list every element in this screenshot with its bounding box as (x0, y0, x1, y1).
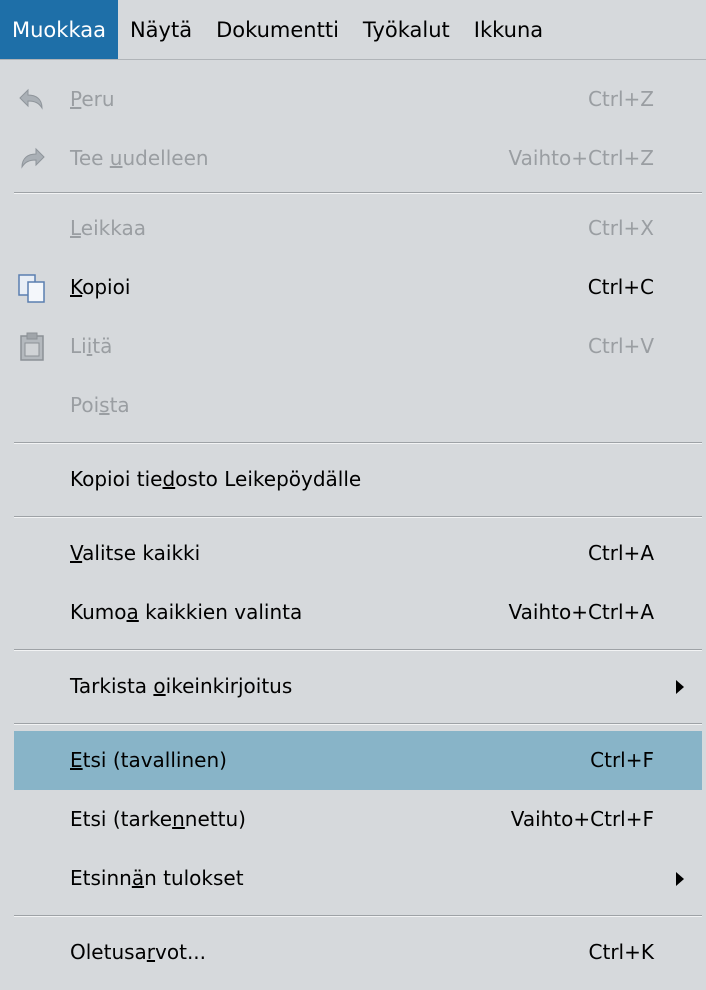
menubar: Muokkaa Näytä Dokumentti Työkalut Ikkuna (0, 0, 706, 59)
menu-item-preferences[interactable]: Oletusarvot... Ctrl+K (14, 923, 702, 982)
menu-separator (14, 192, 702, 194)
menu-item-label: Etsi (tavallinen) (70, 748, 227, 772)
menu-item-label: Kopioi tiedosto Leikepöydälle (70, 467, 362, 491)
menu-item-shortcut: Ctrl+Z (587, 87, 654, 111)
menu-item-copy-file-to-clipboard[interactable]: Kopioi tiedosto Leikepöydälle (14, 450, 702, 509)
menubar-item-ikkuna[interactable]: Ikkuna (462, 0, 555, 59)
menu-item-label: Oletusarvot... (70, 940, 207, 964)
undo-icon (16, 84, 48, 116)
menu-item-shortcut: Vaihto+Ctrl+F (510, 807, 654, 831)
menubar-item-muokkaa[interactable]: Muokkaa (0, 0, 118, 59)
menu-item-select-all[interactable]: Valitse kaikki Ctrl+A (14, 524, 702, 583)
menu-item-label: Kopioi (70, 275, 131, 299)
menu-item-label: Tarkista oikeinkirjoitus (70, 674, 293, 698)
menu-item-shortcut: Vaihto+Ctrl+A (508, 600, 654, 624)
menu-item-label: Poista (70, 393, 130, 417)
menu-item-shortcut: Ctrl+A (587, 541, 654, 565)
menu-item-shortcut: Ctrl+V (587, 334, 654, 358)
menu-item-spellcheck[interactable]: Tarkista oikeinkirjoitus (14, 657, 702, 716)
menu-item-cut[interactable]: Leikkaa Ctrl+X (14, 199, 702, 258)
menu-separator (14, 915, 702, 917)
copy-icon (16, 272, 48, 304)
menu-item-shortcut: Ctrl+K (588, 940, 654, 964)
menubar-item-dokumentti[interactable]: Dokumentti (204, 0, 351, 59)
menu-item-paste[interactable]: Liitä Ctrl+V (14, 317, 702, 376)
menu-item-shortcut: Vaihto+Ctrl+Z (508, 146, 655, 170)
menubar-item-nayta[interactable]: Näytä (118, 0, 204, 59)
menu-item-deselect-all[interactable]: Kumoa kaikkien valinta Vaihto+Ctrl+A (14, 583, 702, 642)
menu-item-label: Tee uudelleen (70, 146, 209, 170)
menu-item-delete[interactable]: Poista (14, 376, 702, 435)
redo-icon (16, 143, 48, 175)
menu-item-undo[interactable]: Peru Ctrl+Z (14, 70, 702, 129)
menu-item-find[interactable]: Etsi (tavallinen) Ctrl+F (14, 731, 702, 790)
menu-separator (14, 516, 702, 518)
menu-item-label: Etsinnän tulokset (70, 866, 244, 890)
menu-item-label: Valitse kaikki (70, 541, 201, 565)
clipboard-icon (16, 331, 48, 363)
submenu-arrow-icon (676, 680, 684, 694)
menu-item-label: Liitä (70, 334, 113, 358)
submenu-arrow-icon (676, 872, 684, 886)
menu-item-redo[interactable]: Tee uudelleen Vaihto+Ctrl+Z (14, 129, 702, 188)
menu-separator (14, 442, 702, 444)
menu-separator (14, 649, 702, 651)
menu-item-label: Etsi (tarkennettu) (70, 807, 246, 831)
menu-item-label: Leikkaa (70, 216, 146, 240)
menu-item-shortcut: Ctrl+C (587, 275, 654, 299)
menu-item-shortcut: Ctrl+F (590, 748, 654, 772)
menu-item-copy[interactable]: Kopioi Ctrl+C (14, 258, 702, 317)
menu-item-shortcut: Ctrl+X (587, 216, 654, 240)
menu-separator (14, 723, 702, 725)
menu-item-find-advanced[interactable]: Etsi (tarkennettu) Vaihto+Ctrl+F (14, 790, 702, 849)
menu-item-label: Peru (70, 87, 115, 111)
menu-item-search-results[interactable]: Etsinnän tulokset (14, 849, 702, 908)
edit-menu-dropdown: Peru Ctrl+Z Tee uudelleen Vaihto+Ctrl+Z … (0, 59, 706, 990)
menu-item-label: Kumoa kaikkien valinta (70, 600, 303, 624)
menubar-item-tyokalut[interactable]: Työkalut (351, 0, 462, 59)
